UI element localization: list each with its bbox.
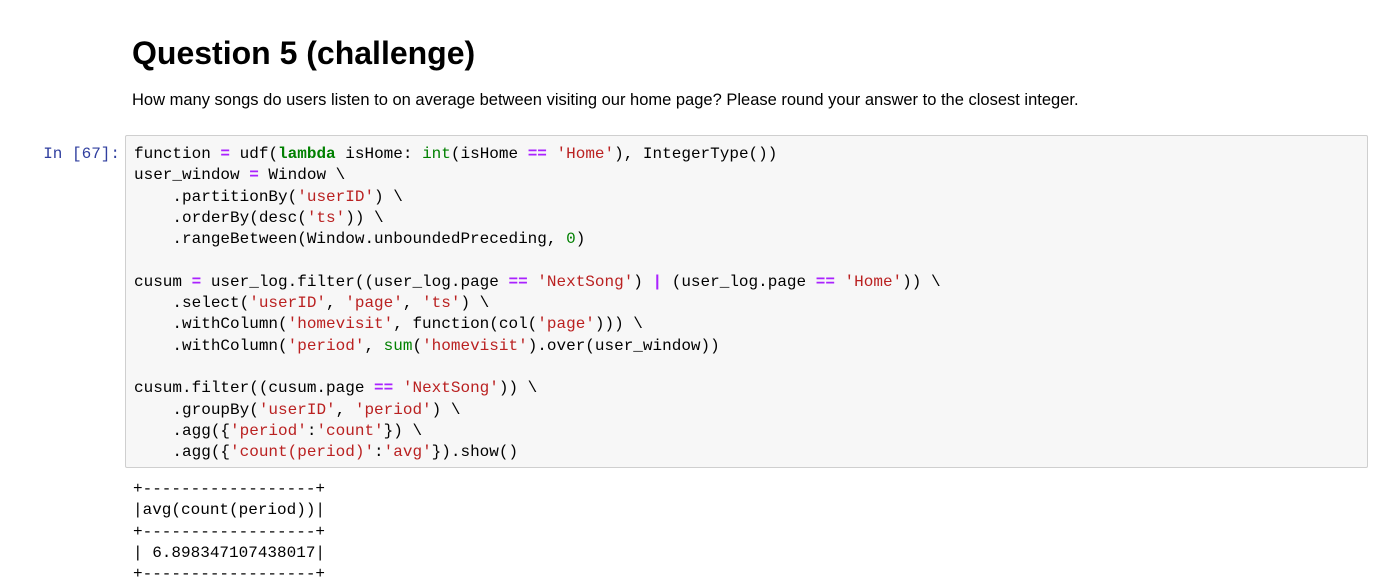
question-heading: Question 5 (challenge)	[132, 35, 476, 71]
cell-output: +------------------+ |avg(count(period))…	[133, 479, 325, 585]
output-line: +------------------+	[133, 565, 326, 584]
code-line: .partitionBy('userID') \	[134, 187, 403, 206]
output-line: +------------------+	[133, 480, 326, 498]
code-line: cusum.filter((cusum.page == 'NextSong'))…	[134, 379, 538, 398]
output-line: |avg(count(period))|	[133, 501, 326, 520]
code-line: function = udf(lambda isHome: int(isHome…	[134, 145, 778, 163]
code-line: .groupBy('userID', 'period') \	[134, 400, 461, 419]
code-line: .agg({'period':'count'}) \	[134, 421, 423, 440]
code-line: user_window = Window \	[134, 166, 346, 185]
code-cell-input[interactable]: function = udf(lambda isHome: int(isHome…	[125, 135, 1368, 468]
code-line: .withColumn('homevisit', function(col('p…	[134, 315, 643, 334]
code-line: cusum = user_log.filter((user_log.page =…	[134, 272, 941, 291]
input-prompt: In [67]:	[43, 145, 120, 163]
code-line: .agg({'count(period)':'avg'}).show()	[134, 443, 519, 462]
output-line: +------------------+	[133, 522, 326, 541]
question-description: How many songs do users listen to on ave…	[132, 91, 1079, 109]
output-line: | 6.898347107438017|	[133, 543, 326, 562]
code-line: .orderBy(desc('ts')) \	[134, 208, 384, 227]
code-editor[interactable]: function = udf(lambda isHome: int(isHome…	[134, 144, 941, 463]
code-line: .withColumn('period', sum('homevisit').o…	[134, 336, 720, 355]
code-line: .select('userID', 'page', 'ts') \	[134, 294, 490, 313]
code-line: .rangeBetween(Window.unboundedPreceding,…	[134, 230, 586, 249]
